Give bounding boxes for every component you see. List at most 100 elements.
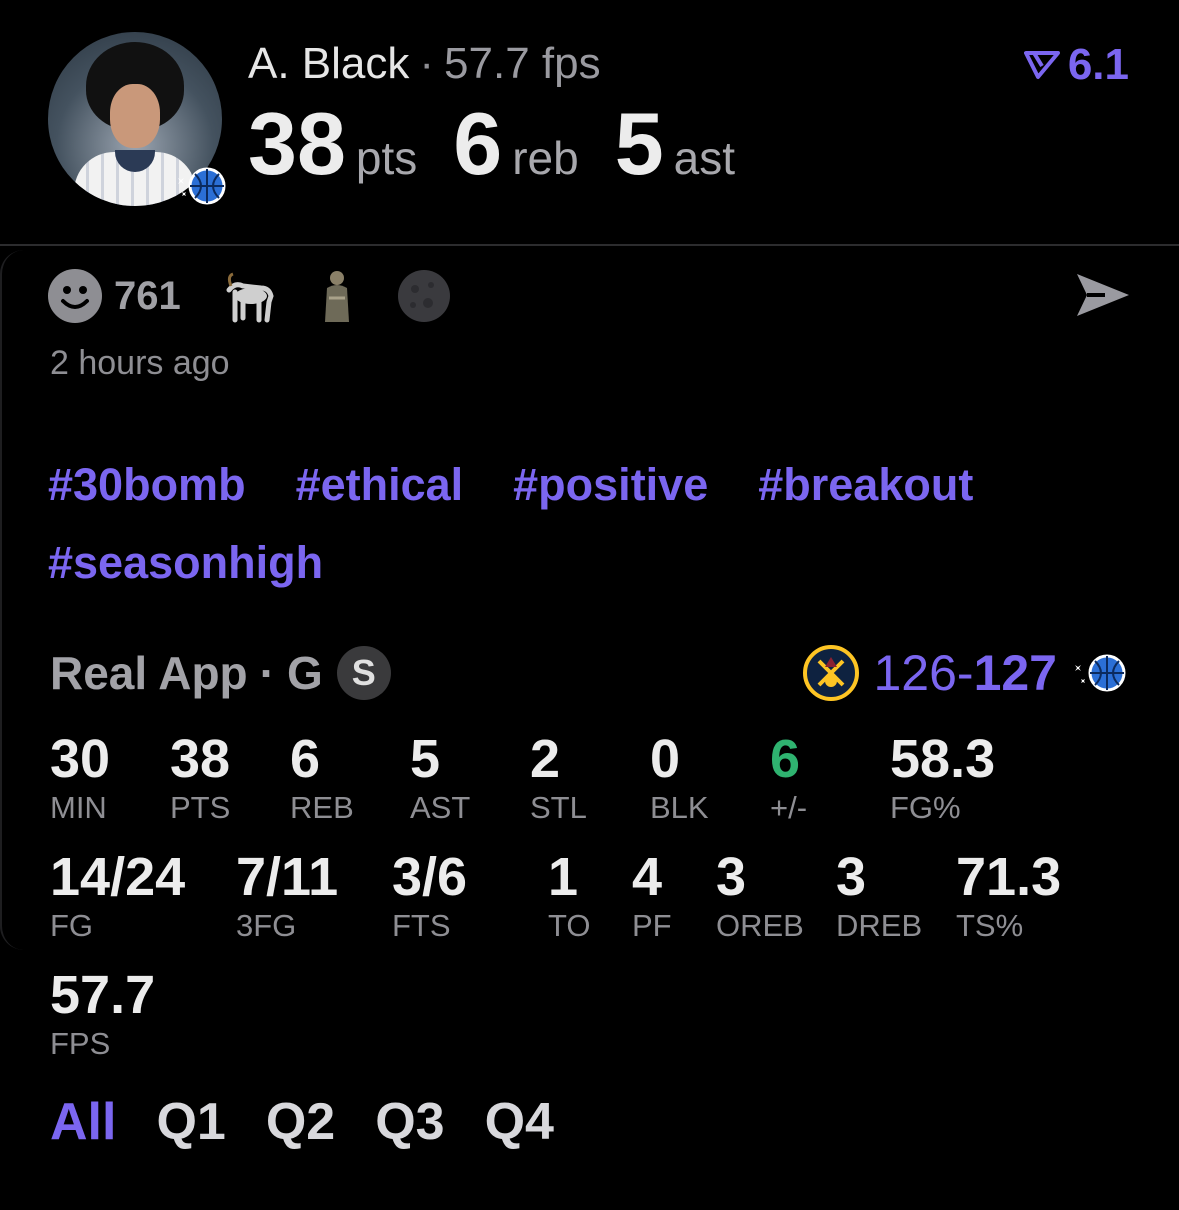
stat-fg: 14/24 FG — [50, 848, 185, 944]
header-divider — [0, 244, 1179, 246]
stat-pts: 38 PTS — [170, 730, 230, 826]
score-away: 126 — [873, 645, 957, 701]
stat-blk: 0 BLK — [650, 730, 709, 826]
stat-label: REB — [290, 790, 354, 825]
hashtag-list: #30bomb #ethical #positive #breakout #season… — [48, 446, 1148, 602]
stat-label: AST — [410, 790, 471, 825]
quarter-tabs: All Q1 Q2 Q3 Q4 — [50, 1092, 554, 1152]
headline-reb: 6 — [453, 94, 503, 193]
stat-label: 3FG — [236, 908, 297, 943]
score-home: 127 — [973, 645, 1057, 701]
stat-value: 7/11 — [236, 847, 339, 907]
figurine-icon[interactable] — [317, 268, 357, 324]
stat-label: PF — [632, 908, 672, 943]
headline-ast-label: ast — [673, 132, 736, 184]
stat-3fg: 7/11 3FG — [236, 848, 338, 944]
stat-dreb: 3 DREB — [836, 848, 922, 944]
stat-ast: 5 AST — [410, 730, 470, 826]
moon-icon[interactable] — [397, 269, 451, 323]
stat-reb: 6 REB — [290, 730, 354, 826]
nuggets-logo-icon — [803, 645, 860, 701]
stat-value: 6 — [290, 729, 321, 789]
headline-ast: 5 — [614, 94, 664, 193]
rating-value: 6.1 — [1067, 40, 1129, 89]
source-separator: · — [259, 647, 275, 699]
player-name-line: A. Black · 57.7 fps — [248, 38, 601, 90]
card-edge — [0, 250, 24, 950]
stat-value: 4 — [632, 847, 663, 907]
game-score[interactable]: 126-127 — [803, 644, 1127, 702]
rating-badge[interactable]: 6.1 — [1023, 40, 1129, 90]
headline-stats: 38 pts 6 reb 5 ast — [248, 96, 771, 192]
tab-q2[interactable]: Q2 — [266, 1092, 335, 1152]
stat-value: 57.7 — [50, 965, 156, 1025]
hashtag[interactable]: #positive — [513, 446, 708, 524]
headline-reb-label: reb — [512, 132, 579, 184]
hashtag[interactable]: #seasonhigh — [48, 524, 323, 602]
s-badge: S — [336, 646, 391, 700]
stat-label: PTS — [170, 790, 231, 825]
stat-label: TS% — [956, 908, 1024, 943]
stat-value: 3 — [836, 847, 867, 907]
stat-label: DREB — [836, 908, 923, 943]
headline-pts: 38 — [248, 94, 346, 193]
stat-to: 1 TO — [548, 848, 591, 944]
stat-value: 1 — [548, 847, 579, 907]
stat-label: TO — [548, 908, 591, 943]
stat-fts: 3/6 FTS — [392, 848, 467, 944]
stat-label: OREB — [716, 908, 804, 943]
player-fps: 57.7 fps — [444, 39, 601, 88]
send-icon[interactable] — [1075, 270, 1131, 320]
stat-label: FG% — [890, 790, 961, 825]
stat-fg-pct: 58.3 FG% — [890, 730, 995, 826]
reaction-count: 761 — [114, 273, 181, 318]
stat-label: +/- — [770, 790, 808, 825]
stat-value: 3 — [716, 847, 747, 907]
smiley-icon[interactable] — [48, 269, 102, 323]
stat-value: 38 — [170, 729, 231, 789]
hashtag[interactable]: #ethical — [296, 446, 464, 524]
stat-label: FG — [50, 908, 94, 943]
stat-plus-minus: 6 +/- — [770, 730, 807, 826]
stat-label: FTS — [392, 908, 451, 943]
stat-value: 71.3 — [956, 847, 1062, 907]
stat-label: BLK — [650, 790, 709, 825]
stat-value: 58.3 — [890, 729, 996, 789]
rating-icon — [1023, 51, 1060, 79]
headline-pts-label: pts — [355, 132, 418, 184]
score-text: 126-127 — [873, 644, 1057, 702]
stat-pf: 4 PF — [632, 848, 672, 944]
score-dash: - — [956, 645, 974, 701]
tab-q3[interactable]: Q3 — [375, 1092, 444, 1152]
stat-value: 30 — [50, 729, 111, 789]
stat-label: FPS — [50, 1026, 111, 1061]
stat-min: 30 MIN — [50, 730, 110, 826]
separator-dot: · — [419, 39, 435, 88]
stat-fps: 57.7 FPS — [50, 966, 155, 1062]
player-name[interactable]: A. Black — [248, 39, 409, 88]
magic-logo-icon — [1075, 654, 1126, 692]
reactions-row: 761 — [48, 268, 451, 324]
magic-logo-icon — [178, 167, 226, 205]
stat-label: MIN — [50, 790, 107, 825]
stat-stl: 2 STL — [530, 730, 587, 826]
stat-ts-pct: 71.3 TS% — [956, 848, 1061, 944]
stat-label: STL — [530, 790, 587, 825]
tab-q1[interactable]: Q1 — [156, 1092, 225, 1152]
stat-value: 3/6 — [392, 847, 468, 907]
source-app[interactable]: Real App — [50, 646, 248, 700]
stat-value: 14/24 — [50, 847, 186, 907]
stat-value: 6 — [770, 729, 801, 789]
tab-q4[interactable]: Q4 — [485, 1092, 554, 1152]
post-timestamp: 2 hours ago — [50, 344, 230, 382]
source-game: G — [286, 647, 323, 699]
hashtag[interactable]: #breakout — [758, 446, 973, 524]
stat-value: 5 — [410, 729, 441, 789]
stat-value: 2 — [530, 729, 561, 789]
source-row: Real App · G S — [50, 646, 391, 700]
hashtag[interactable]: #30bomb — [48, 446, 246, 524]
stat-oreb: 3 OREB — [716, 848, 804, 944]
stat-value: 0 — [650, 729, 681, 789]
tab-all[interactable]: All — [50, 1092, 116, 1152]
goat-icon[interactable] — [221, 268, 277, 324]
